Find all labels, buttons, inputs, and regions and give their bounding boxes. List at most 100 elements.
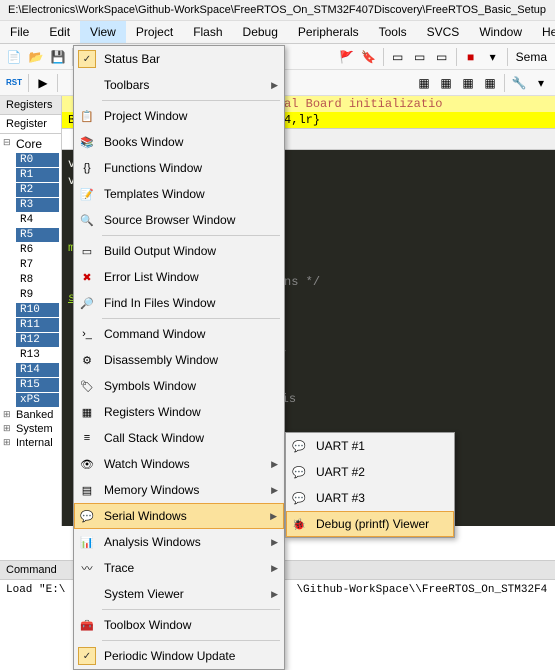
register-R5[interactable]: R5	[16, 228, 59, 242]
check-icon: ✓	[78, 50, 96, 68]
menu-call-stack-window[interactable]: ≡Call Stack Window	[74, 425, 284, 451]
menu-periodic-window-update[interactable]: ✓Periodic Window Update	[74, 643, 284, 669]
menu-books-window[interactable]: 📚Books Window	[74, 129, 284, 155]
register-R2[interactable]: R2	[16, 183, 59, 197]
register-R12[interactable]: R12	[16, 333, 59, 347]
uart-icon: 💬	[290, 437, 308, 455]
grid-icon[interactable]: ▦	[458, 73, 478, 93]
menu-tools[interactable]: Tools	[369, 21, 417, 43]
menu-edit[interactable]: Edit	[39, 21, 80, 43]
find-icon: 🔎	[78, 294, 96, 312]
uart-icon: 💬	[290, 463, 308, 481]
menu-view[interactable]: View	[80, 21, 126, 43]
register-group-banked[interactable]: Banked	[2, 408, 59, 422]
submenu-uart2[interactable]: 💬UART #2	[286, 459, 454, 485]
trace-icon: 〰	[78, 559, 96, 577]
window-icon[interactable]: ▭	[388, 47, 408, 67]
grid-icon[interactable]: ▦	[414, 73, 434, 93]
menu-window[interactable]: Window	[469, 21, 532, 43]
menu-build-output-window[interactable]: ▭Build Output Window	[74, 238, 284, 264]
open-icon[interactable]: 📂	[26, 47, 46, 67]
build-icon: ▭	[78, 242, 96, 260]
tool-icon[interactable]: ▾	[531, 73, 551, 93]
menu-project-window[interactable]: 📋Project Window	[74, 103, 284, 129]
register-R1[interactable]: R1	[16, 168, 59, 182]
menu-peripherals[interactable]: Peripherals	[288, 21, 369, 43]
menu-toolbars[interactable]: Toolbars▶	[74, 72, 284, 98]
save-icon[interactable]: 💾	[48, 47, 68, 67]
menu-registers-window[interactable]: ▦Registers Window	[74, 399, 284, 425]
register-R10[interactable]: R10	[16, 303, 59, 317]
separator	[383, 48, 384, 66]
registers-title: Registers	[0, 96, 61, 115]
separator	[57, 74, 58, 92]
register-group-internal[interactable]: Internal	[2, 436, 59, 450]
run-icon[interactable]: ▶	[33, 73, 53, 93]
window-icon[interactable]: ▭	[432, 47, 452, 67]
tool-icon[interactable]: ■	[461, 47, 481, 67]
submenu-uart3[interactable]: 💬UART #3	[286, 485, 454, 511]
menu-memory-windows[interactable]: ▤Memory Windows▶	[74, 477, 284, 503]
register-R11[interactable]: R11	[16, 318, 59, 332]
grid-icon[interactable]: ▦	[436, 73, 456, 93]
register-R8[interactable]: R8	[16, 273, 59, 287]
menu-debug[interactable]: Debug	[233, 21, 288, 43]
tool-icon[interactable]: ▾	[483, 47, 503, 67]
menu-analysis-windows[interactable]: 📊Analysis Windows▶	[74, 529, 284, 555]
menu-toolbox-window[interactable]: 🧰Toolbox Window	[74, 612, 284, 638]
menu-watch-windows[interactable]: 👁Watch Windows▶	[74, 451, 284, 477]
register-R13[interactable]: R13	[16, 348, 59, 362]
menu-flash[interactable]: Flash	[183, 21, 232, 43]
register-R14[interactable]: R14	[16, 363, 59, 377]
menu-disassembly-window[interactable]: ⚙Disassembly Window	[74, 347, 284, 373]
books-icon: 📚	[78, 133, 96, 151]
flag-icon[interactable]: 🚩	[337, 47, 357, 67]
analysis-icon: 📊	[78, 533, 96, 551]
menu-file[interactable]: File	[0, 21, 39, 43]
menu-system-viewer[interactable]: System Viewer▶	[74, 581, 284, 607]
register-R4[interactable]: R4	[16, 213, 59, 227]
menu-help[interactable]: Help	[532, 21, 555, 43]
symbols-icon: 🏷	[78, 377, 96, 395]
register-tab[interactable]: Register	[0, 115, 61, 134]
tool-icon[interactable]: 🔧	[509, 73, 529, 93]
watch-icon: 👁	[78, 455, 96, 473]
window-titlebar: E:\Electronics\WorkSpace\Github-WorkSpac…	[0, 0, 555, 21]
grid-icon[interactable]: ▦	[480, 73, 500, 93]
menu-status-bar[interactable]: ✓Status Bar	[74, 46, 284, 72]
printf-icon: 🐞	[290, 515, 308, 533]
register-group-system[interactable]: System	[2, 422, 59, 436]
reset-icon[interactable]: RST	[4, 73, 24, 93]
register-R7[interactable]: R7	[16, 258, 59, 272]
separator	[102, 235, 280, 236]
register-R15[interactable]: R15	[16, 378, 59, 392]
register-xPS[interactable]: xPS	[16, 393, 59, 407]
menu-command-window[interactable]: ›_Command Window	[74, 321, 284, 347]
register-R9[interactable]: R9	[16, 288, 59, 302]
separator	[102, 640, 280, 641]
submenu-arrow-icon: ▶	[271, 563, 278, 574]
submenu-arrow-icon: ▶	[271, 589, 278, 600]
menu-project[interactable]: Project	[126, 21, 183, 43]
menu-svcs[interactable]: SVCS	[417, 21, 470, 43]
submenu-arrow-icon: ▶	[271, 485, 278, 496]
submenu-debug-printf-viewer[interactable]: 🐞Debug (printf) Viewer	[286, 511, 454, 537]
window-icon[interactable]: ▭	[410, 47, 430, 67]
serial-windows-submenu: 💬UART #1 💬UART #2 💬UART #3 🐞Debug (print…	[285, 432, 455, 538]
bookmark-icon[interactable]: 🔖	[359, 47, 379, 67]
menu-serial-windows[interactable]: 💬Serial Windows▶	[74, 503, 284, 529]
submenu-uart1[interactable]: 💬UART #1	[286, 433, 454, 459]
register-group-core[interactable]: Core	[2, 136, 59, 152]
register-R3[interactable]: R3	[16, 198, 59, 212]
register-R6[interactable]: R6	[16, 243, 59, 257]
new-icon[interactable]: 📄	[4, 47, 24, 67]
blank-icon	[78, 76, 96, 94]
menu-functions-window[interactable]: {}Functions Window	[74, 155, 284, 181]
menu-trace[interactable]: 〰Trace▶	[74, 555, 284, 581]
menu-symbols-window[interactable]: 🏷Symbols Window	[74, 373, 284, 399]
menu-find-in-files-window[interactable]: 🔎Find In Files Window	[74, 290, 284, 316]
register-R0[interactable]: R0	[16, 153, 59, 167]
menu-error-list-window[interactable]: ✖Error List Window	[74, 264, 284, 290]
menu-templates-window[interactable]: 📝Templates Window	[74, 181, 284, 207]
menu-source-browser-window[interactable]: 🔍Source Browser Window	[74, 207, 284, 233]
